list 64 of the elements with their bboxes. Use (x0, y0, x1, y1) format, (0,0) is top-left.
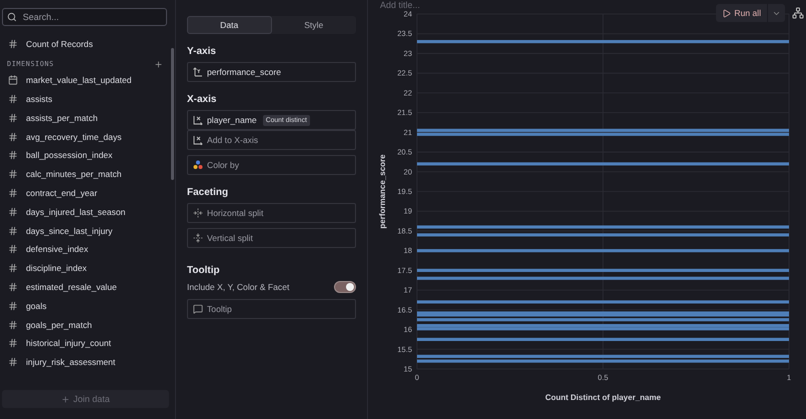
hierarchy-icon (792, 7, 804, 19)
color-dots-icon (193, 160, 203, 170)
tab[interactable]: Data (187, 16, 272, 34)
toggle-switch[interactable] (334, 281, 356, 293)
tab[interactable]: Style (272, 16, 356, 34)
field-item[interactable]: days_since_last_injury (2, 221, 162, 240)
hash-icon (8, 300, 18, 311)
field-item[interactable]: goals_per_match (2, 315, 162, 334)
hash-icon (8, 357, 18, 368)
field-item[interactable]: contract_end_year (2, 184, 162, 202)
calendar-icon (8, 75, 18, 86)
search-icon (7, 12, 17, 22)
hash-icon (8, 263, 18, 274)
field-item[interactable]: estimated_resale_value (2, 278, 162, 296)
hash-icon (8, 206, 18, 217)
field-item[interactable]: days_injured_last_season (2, 202, 162, 222)
field-item[interactable]: Count of Records (2, 35, 162, 54)
hash-icon (8, 226, 18, 236)
hash-icon (8, 132, 18, 142)
field-item[interactable]: assists_per_match (2, 108, 162, 128)
toggle-label: Include X, Y, Color & Facet (187, 282, 290, 292)
split-field[interactable]: Horizontal split (187, 203, 356, 223)
horizontal-split-icon (193, 208, 203, 218)
search-field[interactable]: Search... (2, 8, 167, 26)
tooltip-field[interactable]: Tooltip (187, 299, 356, 319)
field-item[interactable]: historical_injury_count (2, 334, 162, 353)
field-item[interactable]: market_value_last_updated (2, 70, 162, 90)
hash-icon (8, 320, 18, 330)
split-field[interactable]: Vertical split (187, 228, 356, 248)
axis-field[interactable]: performance_score (187, 62, 356, 82)
hash-icon (8, 112, 18, 123)
field-item[interactable]: defensive_index (2, 240, 162, 259)
section-title: X-axis (187, 94, 218, 105)
y-axis-title: performance_score (378, 154, 387, 229)
hash-icon (8, 244, 18, 254)
comment-icon (193, 304, 203, 314)
hash-icon (8, 94, 18, 104)
y-axis-icon (193, 67, 203, 77)
play-icon (722, 8, 732, 18)
x-axis-icon (193, 115, 203, 125)
add-icon (154, 60, 163, 69)
hash-icon (8, 150, 18, 160)
hash-icon (8, 338, 18, 348)
x-axis-title: Count Distinct of player_name (545, 393, 661, 402)
section-title: Faceting (187, 187, 230, 198)
x-axis-icon (193, 135, 203, 145)
hash-icon (8, 188, 18, 198)
field-item[interactable]: assists (2, 90, 162, 108)
hash-icon (8, 39, 18, 50)
plus-icon (61, 394, 70, 404)
section-title: Y-axis (187, 46, 217, 57)
scrollbar-thumb[interactable] (171, 48, 174, 180)
field-item[interactable]: goals (2, 296, 162, 316)
section-title: Tooltip (187, 265, 221, 276)
field-item[interactable]: calc_minutes_per_match (2, 164, 162, 184)
field-item[interactable]: avg_recovery_time_days (2, 127, 162, 146)
hash-icon (8, 169, 18, 180)
hash-icon (8, 282, 18, 292)
color-by-field[interactable]: Color by (187, 155, 356, 175)
field-item[interactable]: injury_risk_assessment (2, 352, 162, 372)
axis-field[interactable]: Add to X-axis (187, 130, 356, 150)
field-item[interactable]: ball_possession_index (2, 146, 162, 165)
field-item[interactable]: discipline_index (2, 258, 162, 278)
search-input[interactable]: Search... (20, 11, 162, 23)
